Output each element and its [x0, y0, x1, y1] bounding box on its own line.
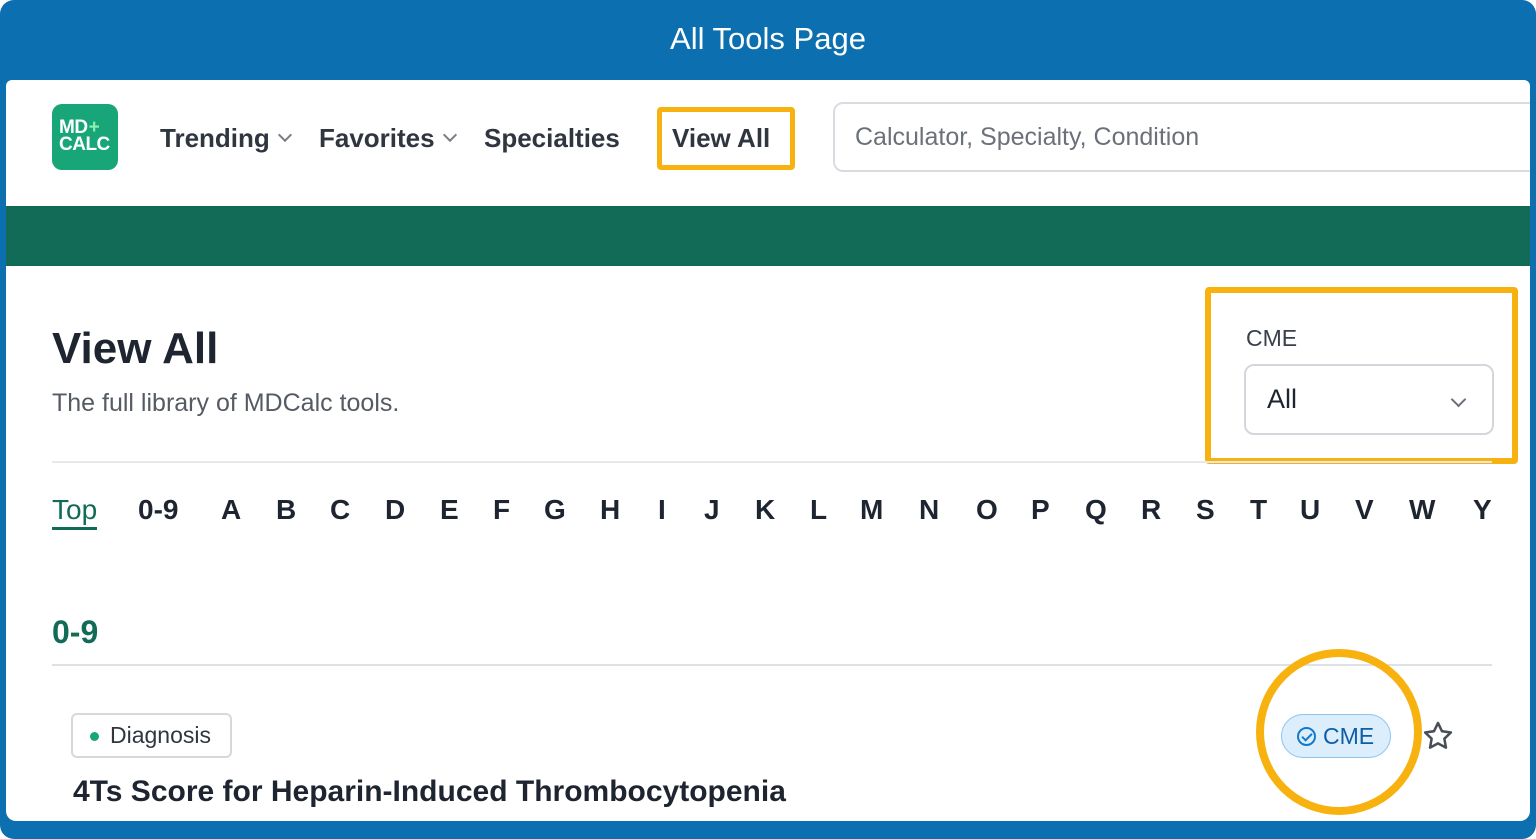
view-all-highlight — [657, 107, 795, 170]
alpha-link-c[interactable]: C — [330, 494, 350, 526]
chevron-down-icon — [277, 127, 292, 143]
alpha-link-o[interactable]: O — [976, 494, 998, 526]
alphabet-nav: Top 0-9 A B C D E F G H I J K L M N O P … — [52, 494, 1502, 538]
alpha-link-k[interactable]: K — [755, 494, 775, 526]
frame-title: All Tools Page — [670, 21, 866, 56]
header-banner — [6, 206, 1530, 266]
logo-text-calc: CALC — [59, 134, 110, 155]
alpha-link-f[interactable]: F — [493, 494, 510, 526]
chevron-down-icon — [1450, 391, 1467, 408]
page-title: View All — [52, 324, 219, 373]
nav-specialties[interactable]: Specialties — [484, 120, 620, 156]
alpha-link-y[interactable]: Y — [1473, 494, 1492, 526]
category-tag: Diagnosis — [71, 713, 232, 758]
nav-trending-label: Trending — [160, 123, 270, 153]
alpha-link-d[interactable]: D — [385, 494, 405, 526]
browser-viewport: MD+ CALC Trending Favorites Specialties … — [6, 80, 1530, 821]
cme-filter-select[interactable]: All — [1244, 364, 1494, 435]
divider — [52, 461, 1492, 463]
alpha-link-j[interactable]: J — [704, 494, 720, 526]
alpha-link-0-9[interactable]: 0-9 — [138, 494, 178, 526]
alpha-link-i[interactable]: I — [658, 494, 666, 526]
star-outline-icon[interactable] — [1421, 719, 1455, 753]
calculator-title-link[interactable]: 4Ts Score for Heparin-Induced Thrombocyt… — [73, 775, 786, 809]
alpha-link-h[interactable]: H — [600, 494, 620, 526]
alpha-link-w[interactable]: W — [1409, 494, 1435, 526]
status-dot-icon — [90, 732, 99, 741]
alpha-link-top[interactable]: Top — [52, 494, 98, 530]
app-window-frame: All Tools Page MD+ CALC Trending Favorit… — [0, 0, 1536, 839]
alpha-link-t[interactable]: T — [1250, 494, 1267, 526]
cme-filter-value: All — [1267, 384, 1298, 414]
cme-filter-label: CME — [1246, 325, 1298, 351]
alpha-link-r[interactable]: R — [1141, 494, 1161, 526]
mdcalc-logo[interactable]: MD+ CALC — [52, 104, 118, 170]
nav-favorites-label: Favorites — [319, 123, 435, 153]
alpha-link-g[interactable]: G — [544, 494, 566, 526]
category-tag-label: Diagnosis — [110, 722, 211, 748]
alpha-link-s[interactable]: S — [1196, 494, 1215, 526]
nav-trending[interactable]: Trending — [160, 120, 292, 156]
search-input[interactable] — [833, 102, 1530, 172]
chevron-down-icon — [442, 127, 457, 143]
alpha-link-n[interactable]: N — [919, 494, 939, 526]
alpha-link-e[interactable]: E — [440, 494, 459, 526]
nav-favorites[interactable]: Favorites — [319, 120, 457, 156]
alpha-link-p[interactable]: P — [1031, 494, 1050, 526]
alpha-link-m[interactable]: M — [860, 494, 883, 526]
alpha-link-a[interactable]: A — [221, 494, 241, 526]
alpha-link-v[interactable]: V — [1355, 494, 1374, 526]
section-heading: 0-9 — [52, 614, 99, 650]
alpha-link-u[interactable]: U — [1300, 494, 1320, 526]
alpha-link-q[interactable]: Q — [1085, 494, 1107, 526]
page-subtitle: The full library of MDCalc tools. — [52, 389, 400, 417]
alpha-link-l[interactable]: L — [810, 494, 827, 526]
cme-badge-highlight — [1256, 649, 1422, 815]
nav-specialties-label: Specialties — [484, 123, 620, 153]
divider — [52, 664, 1492, 666]
alpha-link-b[interactable]: B — [276, 494, 296, 526]
